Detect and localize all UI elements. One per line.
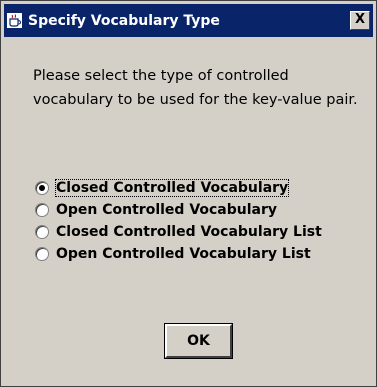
vocabulary-type-radio-group: Closed Controlled Vocabulary Open Contro… <box>35 177 322 265</box>
radio-option-closed-vocabulary[interactable]: Closed Controlled Vocabulary <box>35 177 322 199</box>
radio-button[interactable] <box>35 225 49 239</box>
title-bar[interactable]: Specify Vocabulary Type X <box>4 4 373 37</box>
close-button[interactable]: X <box>350 11 370 30</box>
radio-option-open-vocabulary-list[interactable]: Open Controlled Vocabulary List <box>35 243 322 265</box>
radio-button[interactable] <box>35 203 49 217</box>
radio-label: Open Controlled Vocabulary <box>56 202 278 218</box>
ok-button[interactable]: OK <box>164 323 233 359</box>
instruction-message: Please select the type of controlled voc… <box>33 68 358 108</box>
radio-label: Open Controlled Vocabulary List <box>56 246 311 262</box>
close-icon: X <box>354 12 366 27</box>
dialog-window: Specify Vocabulary Type X Please select … <box>0 0 377 387</box>
dialog-title: Specify Vocabulary Type <box>28 12 220 29</box>
ok-label: OK <box>187 333 210 349</box>
radio-button-selected[interactable] <box>35 181 49 195</box>
radio-option-open-vocabulary[interactable]: Open Controlled Vocabulary <box>35 199 322 221</box>
radio-label: Closed Controlled Vocabulary List <box>56 224 322 240</box>
radio-option-closed-vocabulary-list[interactable]: Closed Controlled Vocabulary List <box>35 221 322 243</box>
radio-button[interactable] <box>35 247 49 261</box>
radio-label: Closed Controlled Vocabulary <box>54 179 290 197</box>
java-cup-icon <box>7 13 22 28</box>
